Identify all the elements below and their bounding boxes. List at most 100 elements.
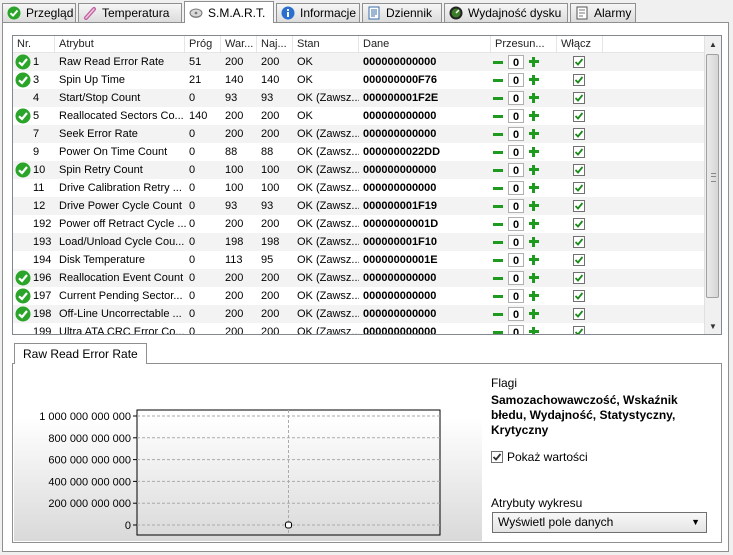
offset-stepper[interactable]: 0	[491, 54, 543, 70]
offset-stepper[interactable]: 0	[491, 90, 543, 106]
grid-vertical-scrollbar[interactable]: ▲ ▼	[704, 36, 721, 334]
minus-icon[interactable]	[491, 289, 505, 303]
chart-attributes-select[interactable]: Wyświetl pole danych ▼	[492, 512, 707, 533]
minus-icon[interactable]	[491, 235, 505, 249]
minus-icon[interactable]	[491, 55, 505, 69]
minus-icon[interactable]	[491, 271, 505, 285]
offset-stepper[interactable]: 0	[491, 234, 543, 250]
plus-icon[interactable]	[527, 145, 541, 159]
offset-value[interactable]: 0	[508, 325, 524, 334]
col-header-dane[interactable]: Dane	[359, 36, 491, 52]
plus-icon[interactable]	[527, 199, 541, 213]
tab-dziennik[interactable]: Dziennik	[362, 3, 442, 22]
minus-icon[interactable]	[491, 109, 505, 123]
enable-checkbox[interactable]	[573, 290, 585, 302]
plus-icon[interactable]	[527, 217, 541, 231]
offset-value[interactable]: 0	[508, 253, 524, 267]
plus-icon[interactable]	[527, 127, 541, 141]
offset-value[interactable]: 0	[508, 289, 524, 303]
tab-informacje[interactable]: Informacje	[276, 3, 360, 22]
minus-icon[interactable]	[491, 163, 505, 177]
col-header-stan[interactable]: Stan	[293, 36, 359, 52]
minus-icon[interactable]	[491, 253, 505, 267]
offset-stepper[interactable]: 0	[491, 252, 543, 268]
table-row[interactable]: 11 Drive Calibration Retry ... 0 100 100 OK (…	[13, 179, 707, 197]
show-values-toggle[interactable]: Pokaż wartości	[491, 450, 588, 464]
table-row[interactable]: 4 Start/Stop Count 0 93 93 OK (Zawsz... 000000…	[13, 89, 707, 107]
enable-checkbox[interactable]	[573, 236, 585, 248]
minus-icon[interactable]	[491, 307, 505, 321]
enable-checkbox[interactable]	[573, 164, 585, 176]
enable-checkbox[interactable]	[573, 146, 585, 158]
offset-value[interactable]: 0	[508, 217, 524, 231]
offset-value[interactable]: 0	[508, 55, 524, 69]
offset-stepper[interactable]: 0	[491, 324, 543, 334]
table-row[interactable]: 10 Spin Retry Count 0 100 100 OK (Zawsz... 000…	[13, 161, 707, 179]
enable-checkbox[interactable]	[573, 254, 585, 266]
offset-stepper[interactable]: 0	[491, 108, 543, 124]
enable-checkbox[interactable]	[573, 200, 585, 212]
enable-checkbox[interactable]	[573, 182, 585, 194]
offset-value[interactable]: 0	[508, 163, 524, 177]
offset-value[interactable]: 0	[508, 109, 524, 123]
table-row[interactable]: 199 Ultra ATA CRC Error Co... 0 200 200 OK (Z…	[13, 323, 707, 334]
table-row[interactable]: 197 Current Pending Sector... 0 200 200 OK (Z…	[13, 287, 707, 305]
offset-stepper[interactable]: 0	[491, 306, 543, 322]
offset-stepper[interactable]: 0	[491, 162, 543, 178]
enable-checkbox[interactable]	[573, 308, 585, 320]
plus-icon[interactable]	[527, 253, 541, 267]
offset-stepper[interactable]: 0	[491, 180, 543, 196]
plus-icon[interactable]	[527, 289, 541, 303]
minus-icon[interactable]	[491, 73, 505, 87]
table-row[interactable]: 3 Spin Up Time 21 140 140 OK 000000000F76 0	[13, 71, 707, 89]
enable-checkbox[interactable]	[573, 92, 585, 104]
enable-checkbox[interactable]	[573, 272, 585, 284]
plus-icon[interactable]	[527, 109, 541, 123]
minus-icon[interactable]	[491, 325, 505, 334]
col-header-przesun[interactable]: Przesun...	[491, 36, 557, 52]
plus-icon[interactable]	[527, 163, 541, 177]
table-row[interactable]: 194 Disk Temperature 0 113 95 OK (Zawsz... 000…	[13, 251, 707, 269]
table-row[interactable]: 192 Power off Retract Cycle ... 0 200 200 OK …	[13, 215, 707, 233]
minus-icon[interactable]	[491, 217, 505, 231]
offset-value[interactable]: 0	[508, 199, 524, 213]
plus-icon[interactable]	[527, 307, 541, 321]
minus-icon[interactable]	[491, 199, 505, 213]
plus-icon[interactable]	[527, 91, 541, 105]
plus-icon[interactable]	[527, 73, 541, 87]
plus-icon[interactable]	[527, 235, 541, 249]
table-row[interactable]: 196 Reallocation Event Count 0 200 200 OK (Za…	[13, 269, 707, 287]
offset-stepper[interactable]: 0	[491, 144, 543, 160]
tab-przegląd[interactable]: Przegląd	[2, 3, 76, 22]
offset-stepper[interactable]: 0	[491, 270, 543, 286]
col-header-war[interactable]: War...	[221, 36, 257, 52]
smart-attributes-grid[interactable]: Nr. Atrybut Próg War... Naj... Stan Dane…	[12, 35, 722, 335]
col-header-atrybut[interactable]: Atrybut	[55, 36, 185, 52]
table-row[interactable]: 1 Raw Read Error Rate 51 200 200 OK 0000000000…	[13, 53, 707, 71]
scroll-thumb[interactable]	[706, 54, 719, 298]
offset-value[interactable]: 0	[508, 127, 524, 141]
col-header-wlacz[interactable]: Włącz	[557, 36, 603, 52]
tab-alarmy[interactable]: Alarmy	[570, 3, 636, 22]
offset-stepper[interactable]: 0	[491, 216, 543, 232]
table-row[interactable]: 12 Drive Power Cycle Count 0 93 93 OK (Zawsz.…	[13, 197, 707, 215]
plus-icon[interactable]	[527, 271, 541, 285]
minus-icon[interactable]	[491, 127, 505, 141]
plus-icon[interactable]	[527, 55, 541, 69]
plus-icon[interactable]	[527, 181, 541, 195]
enable-checkbox[interactable]	[573, 74, 585, 86]
offset-stepper[interactable]: 0	[491, 198, 543, 214]
enable-checkbox[interactable]	[573, 110, 585, 122]
tab-wydajność-dysku[interactable]: Wydajność dysku	[444, 3, 568, 22]
offset-stepper[interactable]: 0	[491, 288, 543, 304]
offset-value[interactable]: 0	[508, 181, 524, 195]
enable-checkbox[interactable]	[573, 218, 585, 230]
table-row[interactable]: 193 Load/Unload Cycle Cou... 0 198 198 OK (Za…	[13, 233, 707, 251]
table-row[interactable]: 7 Seek Error Rate 0 200 200 OK (Zawsz... 00000…	[13, 125, 707, 143]
col-header-nr[interactable]: Nr.	[13, 36, 55, 52]
offset-stepper[interactable]: 0	[491, 126, 543, 142]
col-header-naj[interactable]: Naj...	[257, 36, 293, 52]
show-values-checkbox[interactable]	[491, 451, 503, 463]
minus-icon[interactable]	[491, 145, 505, 159]
col-header-prog[interactable]: Próg	[185, 36, 221, 52]
